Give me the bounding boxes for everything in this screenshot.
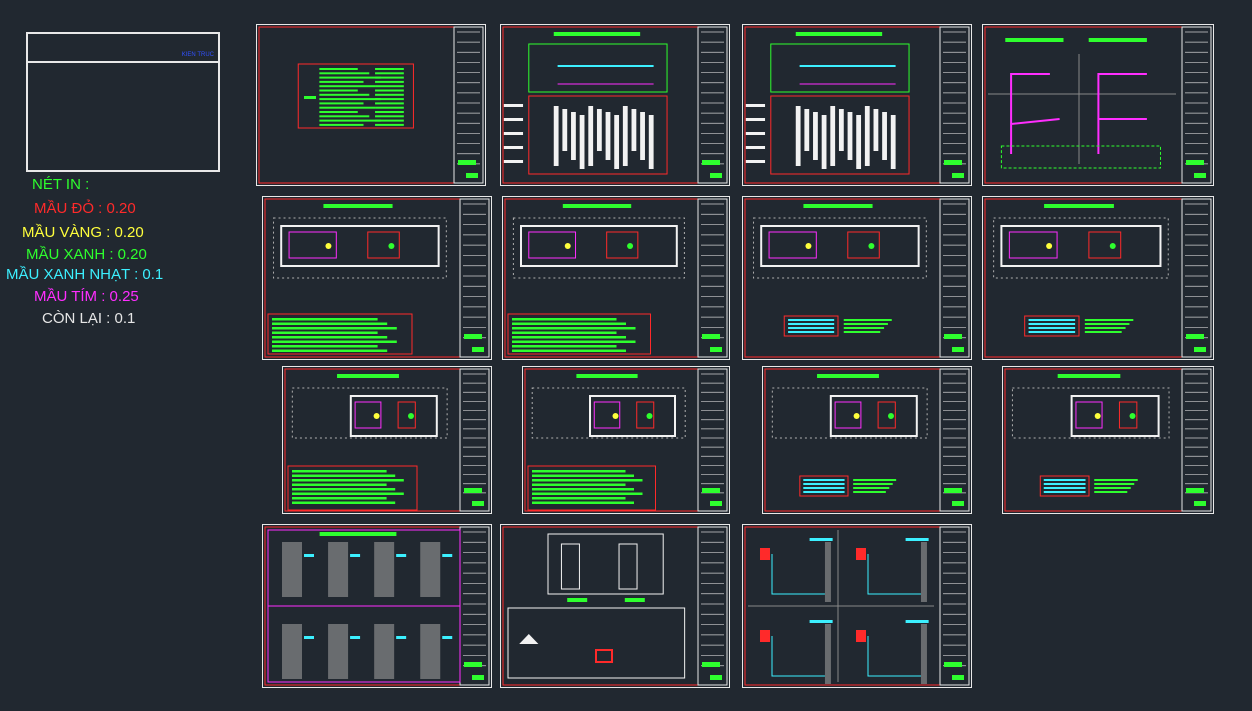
drawing-sheet-11[interactable]: [762, 366, 972, 514]
legend-item-light-cyan: MẦU XANH NHẠT : 0.1: [6, 266, 164, 283]
drawing-sheet-7[interactable]: [742, 196, 972, 360]
drawing-sheet-2[interactable]: [500, 24, 730, 186]
legend-header: NÉT IN :: [32, 176, 90, 193]
legend-item-red: MẦU ĐỎ : 0.20: [34, 200, 136, 217]
drawing-sheet-8[interactable]: [982, 196, 1214, 360]
legend-item-others: CÒN LẠI : 0.1: [42, 310, 136, 327]
drawing-sheet-12[interactable]: [1002, 366, 1214, 514]
title-block-divider: [28, 61, 218, 63]
drawing-sheet-15[interactable]: [742, 524, 972, 688]
drawing-sheet-10[interactable]: [522, 366, 730, 514]
drawing-sheet-14[interactable]: [500, 524, 730, 688]
drawing-sheet-6[interactable]: [502, 196, 730, 360]
drawing-sheet-3[interactable]: [742, 24, 972, 186]
legend-item-purple: MẦU TÍM : 0.25: [34, 288, 139, 305]
drawing-sheet-1[interactable]: [256, 24, 486, 186]
legend-item-yellow: MẦU VÀNG : 0.20: [22, 224, 144, 241]
legend-item-green: MẦU XANH : 0.20: [26, 246, 147, 263]
drawing-sheet-4[interactable]: [982, 24, 1214, 186]
title-block-tag: KIEN TRUC: [181, 52, 214, 58]
drawing-sheet-9[interactable]: [282, 366, 492, 514]
drawing-sheet-5[interactable]: [262, 196, 492, 360]
title-block-preview: KIEN TRUC: [26, 32, 220, 172]
drawing-sheet-13[interactable]: [262, 524, 492, 688]
